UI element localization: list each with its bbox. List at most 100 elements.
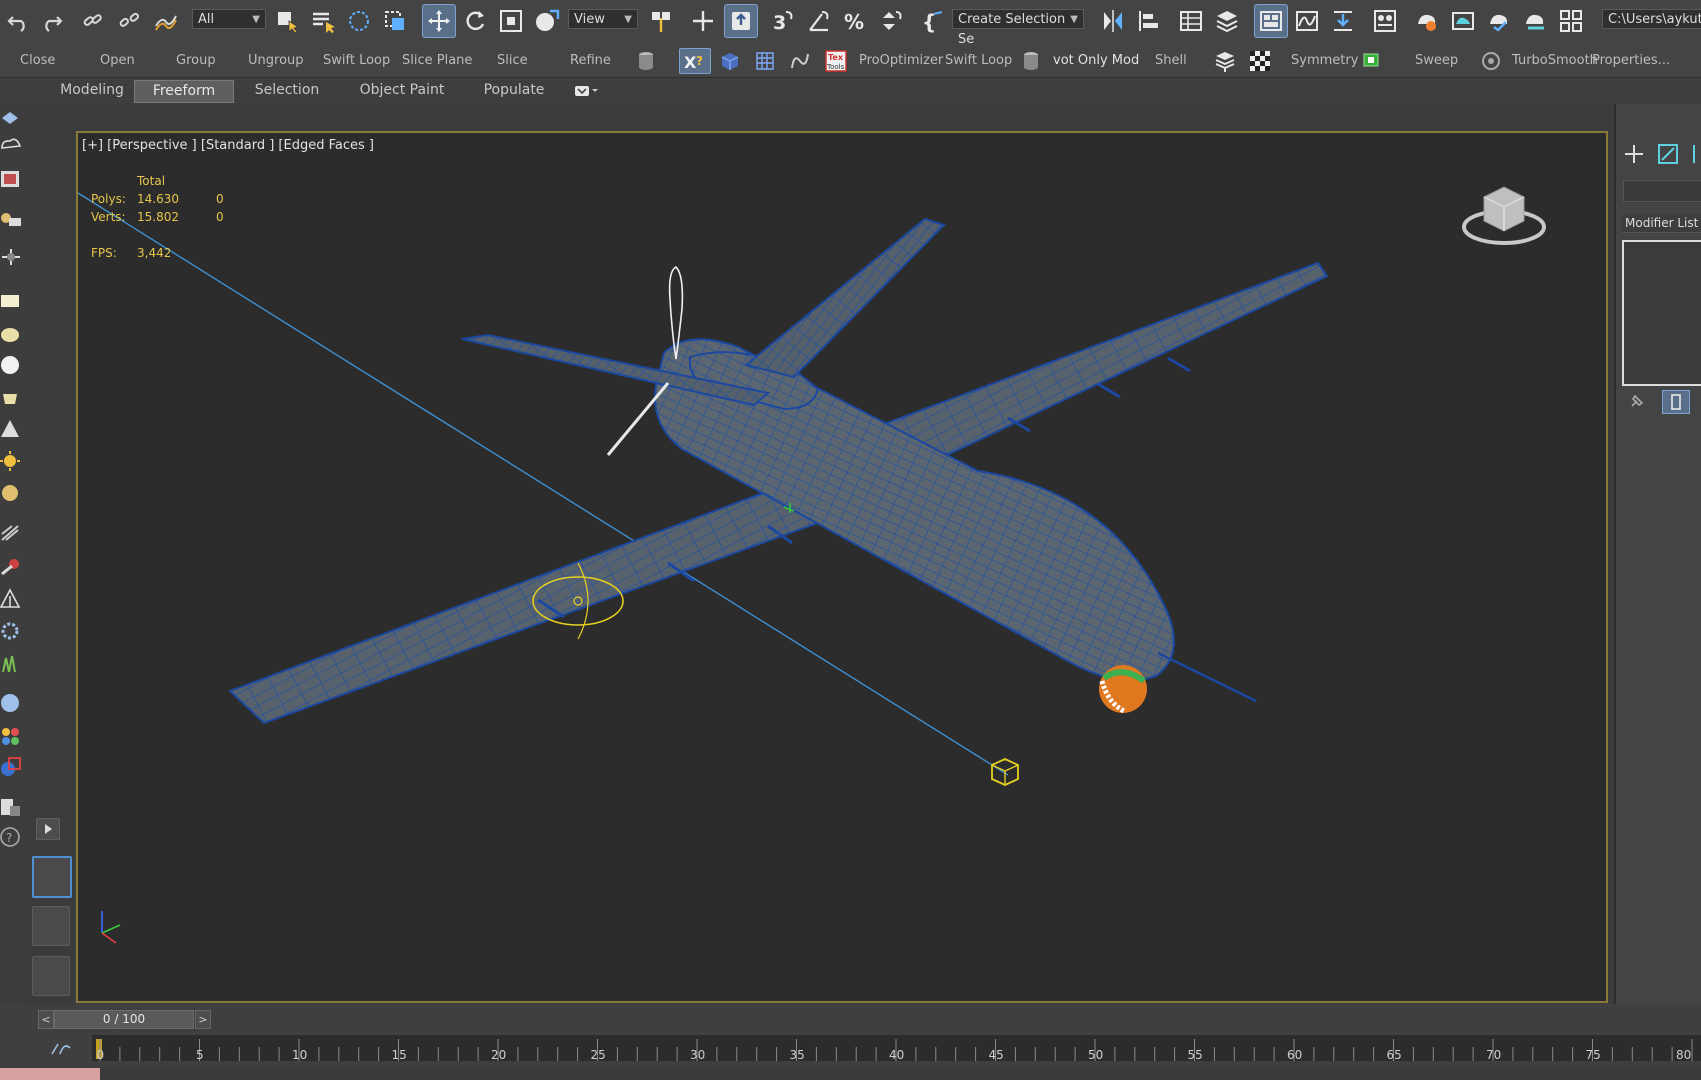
perspective-viewport[interactable] [76, 131, 1608, 1003]
slice-plane-button[interactable]: Slice Plane [402, 53, 472, 68]
mirror-icon[interactable] [1096, 4, 1130, 38]
cone-object-icon[interactable] [0, 322, 22, 344]
time-slider-next-button[interactable]: > [195, 1010, 211, 1029]
pivot-center-icon[interactable] [644, 4, 678, 38]
curve-editor-mini-icon[interactable] [50, 1040, 72, 1056]
hierarchy-tab-icon[interactable] [1690, 142, 1701, 166]
time-slider-prev-button[interactable]: < [38, 1010, 54, 1029]
create-panel-icon[interactable] [0, 104, 22, 126]
render-in-cloud-icon[interactable] [1518, 4, 1552, 38]
cylinder-object-icon-2[interactable] [1017, 48, 1045, 74]
plane-object-icon[interactable] [0, 290, 22, 312]
shape-icon[interactable] [0, 756, 22, 778]
modifier-list-dropdown[interactable]: Modifier List [1622, 214, 1701, 233]
curve-editor-icon[interactable] [1290, 4, 1324, 38]
viewport-layout-expand-button[interactable] [36, 818, 60, 840]
spacewarp-icon[interactable] [0, 556, 22, 578]
gear-icon[interactable] [0, 620, 22, 642]
ribbon-options-toggle[interactable] [574, 83, 600, 99]
scene-explorer-icon[interactable] [1254, 4, 1288, 38]
modify-tab-icon[interactable] [1656, 142, 1680, 166]
color-swatches-icon[interactable] [0, 726, 22, 748]
checker-icon[interactable] [1246, 48, 1274, 74]
swift-loop-button[interactable]: Swift Loop [323, 53, 390, 68]
show-end-result-toggle[interactable] [1662, 390, 1690, 414]
turbosmooth-icon[interactable] [1477, 48, 1505, 74]
tab-modeling[interactable]: Modeling [48, 80, 136, 101]
right-wing[interactable] [865, 261, 1329, 465]
dummy-helper-box[interactable] [991, 758, 1019, 786]
open-button[interactable]: Open [100, 53, 135, 68]
foliage-icon[interactable] [0, 652, 22, 674]
upper-tail-fin[interactable] [743, 217, 946, 379]
select-by-name-icon[interactable] [306, 4, 340, 38]
viewcube[interactable] [1462, 186, 1546, 245]
viewport-layout-option-2[interactable] [32, 906, 70, 946]
percent-snap-icon[interactable]: % [838, 4, 872, 38]
angle-snap-icon[interactable] [802, 4, 836, 38]
utilities-icon[interactable] [0, 796, 22, 818]
schematic-view-icon[interactable] [1326, 4, 1360, 38]
sweep-button[interactable]: Sweep [1415, 53, 1458, 68]
select-and-move-icon[interactable] [422, 4, 456, 38]
viewport-layout-single[interactable] [32, 856, 72, 898]
select-and-scale-icon[interactable] [494, 4, 528, 38]
keyboard-shortcut-override-icon[interactable] [724, 4, 758, 38]
redo-icon[interactable] [34, 4, 68, 38]
render-setup-icon[interactable] [1410, 4, 1444, 38]
time-slider[interactable]: 0 / 100 [54, 1010, 194, 1029]
group-button[interactable]: Group [176, 53, 216, 68]
named-selection-set-dropdown[interactable]: Create Selection Se ▼ [952, 9, 1084, 47]
image-icon[interactable] [0, 168, 22, 190]
maxscript-listener[interactable] [0, 1068, 100, 1080]
object-name-field[interactable] [1623, 180, 1701, 202]
shell-button[interactable]: Shell [1155, 53, 1187, 68]
selection-filter-dropdown[interactable]: All ▼ [192, 9, 266, 29]
pivot-only-mode-button[interactable]: vot Only Mod [1053, 53, 1139, 68]
edit-named-selection-icon[interactable]: { [916, 4, 950, 38]
project-path-field[interactable]: C:\Users\aykut\ [1602, 9, 1701, 29]
camera-icon[interactable] [0, 208, 22, 230]
ungroup-button[interactable]: Ungroup [248, 53, 304, 68]
link-icon[interactable] [76, 4, 110, 38]
rendered-frame-window-icon[interactable] [1446, 4, 1480, 38]
tex-tools-icon[interactable]: Tex Tools [822, 48, 850, 74]
xview-icon[interactable]: X? [679, 48, 711, 74]
spline-icon[interactable] [786, 48, 814, 74]
cloud-icon[interactable] [0, 132, 22, 154]
globe-icon[interactable] [0, 692, 22, 714]
select-object-icon[interactable] [270, 4, 304, 38]
cylinder-object-icon[interactable] [632, 48, 660, 74]
torus-object-icon[interactable] [0, 482, 22, 504]
viewport-label[interactable]: [+] [Perspective ] [Standard ] [Edged Fa… [82, 138, 374, 153]
spinner-snap-icon[interactable] [874, 4, 908, 38]
close-button[interactable]: Close [20, 53, 55, 68]
help-icon[interactable]: ? [0, 826, 22, 848]
viewport-layout-option-3[interactable] [32, 956, 70, 996]
tab-object-paint[interactable]: Object Paint [352, 80, 452, 101]
refine-button[interactable]: Refine [570, 53, 611, 68]
turbosmooth-button[interactable]: TurboSmooth [1512, 53, 1598, 68]
teapot-object-icon[interactable] [0, 386, 22, 408]
grid-object-icon[interactable] [751, 48, 779, 74]
material-editor-icon[interactable] [1368, 4, 1402, 38]
swift-loop-button-2[interactable]: Swift Loop [945, 53, 1012, 68]
tab-freeform[interactable]: Freeform [134, 80, 234, 103]
snaps-toggle-icon[interactable]: 3 [766, 4, 800, 38]
select-and-rotate-icon[interactable] [458, 4, 492, 38]
manipulate-icon[interactable] [686, 4, 720, 38]
tab-selection[interactable]: Selection [240, 80, 334, 101]
sphere-object-icon[interactable] [0, 354, 22, 376]
window-crossing-icon[interactable] [378, 4, 412, 38]
helper-icon[interactable] [0, 246, 22, 268]
properties-button[interactable]: Properties... [1592, 53, 1670, 68]
pyramid-object-icon[interactable] [0, 418, 22, 440]
create-tab-icon[interactable] [1622, 142, 1646, 166]
green-toggle-icon[interactable] [1360, 48, 1388, 74]
light-icon[interactable] [0, 450, 22, 472]
select-and-place-icon[interactable] [530, 4, 564, 38]
scene-canvas[interactable] [78, 133, 1608, 1003]
bind-space-warp-icon[interactable] [148, 4, 182, 38]
unlink-icon[interactable] [112, 4, 146, 38]
reference-coordinate-dropdown[interactable]: View ▼ [568, 9, 638, 29]
